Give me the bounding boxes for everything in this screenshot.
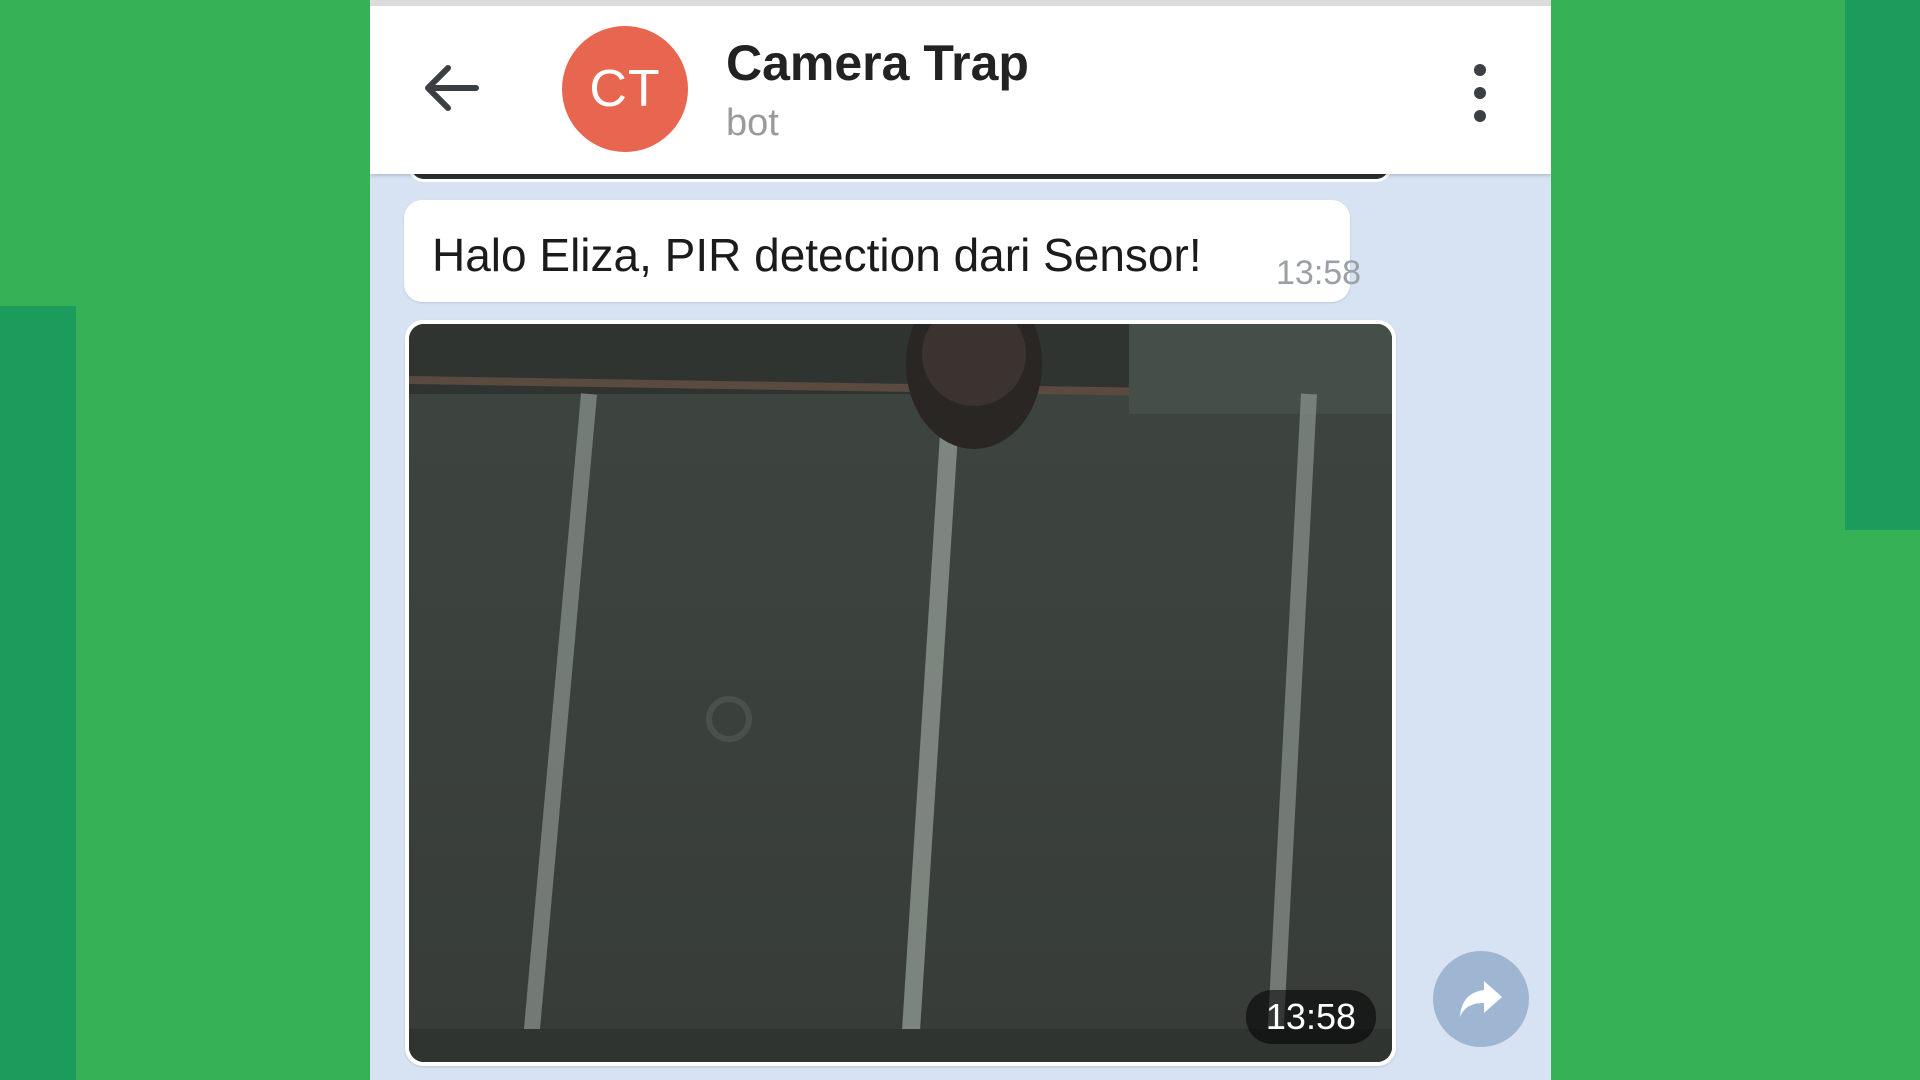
chat-screen: CT Camera Trap bot Halo Eliza, PIR detec… [370,0,1551,1080]
back-button[interactable] [418,52,486,124]
share-button[interactable] [1433,951,1529,1047]
message-time: 13:58 [1276,254,1362,292]
share-arrow-icon [1460,981,1502,1017]
chat-subtitle: bot [726,102,779,144]
chat-header: CT Camera Trap bot [370,6,1551,174]
decor-block-right [1845,0,1920,530]
camera-photo[interactable]: 13:58 [409,324,1392,1062]
arrow-left-icon [425,65,479,111]
message-text: Halo Eliza, PIR detection dari Sensor! [432,229,1202,281]
photo-scene [409,324,1392,1062]
message-bubble-text[interactable]: Halo Eliza, PIR detection dari Sensor! 1… [404,200,1361,302]
decor-block-left [0,306,76,1080]
more-menu-button[interactable] [1460,58,1500,128]
photo-time: 13:58 [1245,990,1376,1044]
avatar[interactable]: CT [562,26,688,152]
message-bubble-photo[interactable]: 13:58 [405,320,1396,1066]
avatar-initials: CT [589,60,661,118]
more-vertical-icon [1474,64,1486,122]
chat-title[interactable]: Camera Trap [726,34,1029,92]
